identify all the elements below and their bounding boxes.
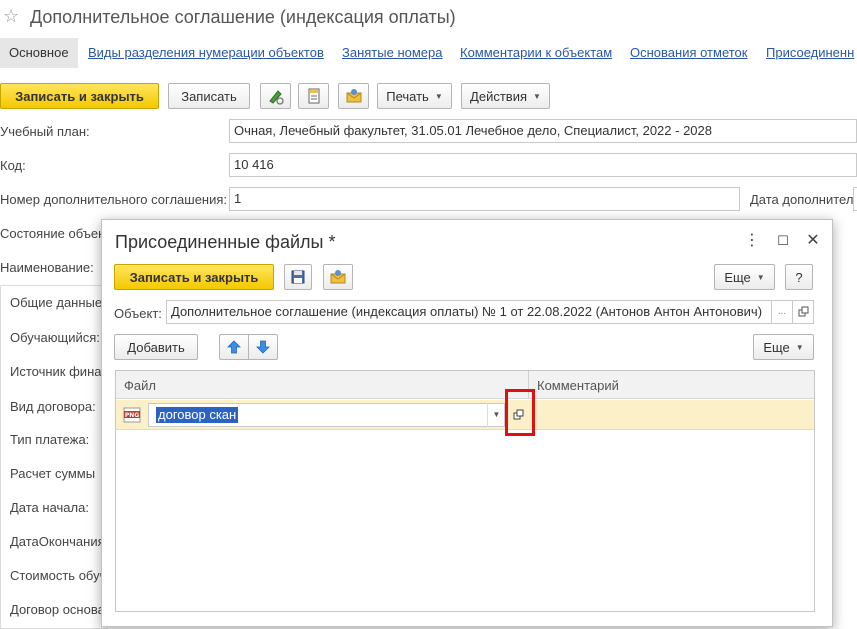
- nav-link-object-comments[interactable]: Комментарии к объектам: [460, 38, 612, 68]
- agreement-date-label: Дата дополнитель: [750, 192, 857, 207]
- end-date-label: ДатаОкончания: [10, 534, 105, 549]
- code-field[interactable]: 10 416: [229, 153, 857, 177]
- envelope-icon: [330, 270, 346, 284]
- payment-type-label: Тип платежа:: [10, 432, 90, 447]
- attached-files-dialog: Присоединенные файлы * ⋮ ☐ ✕ Записать и …: [101, 219, 833, 627]
- base-contract-label: Договор основа: [10, 602, 105, 617]
- arrow-down-icon: [256, 340, 270, 354]
- dialog-save-button[interactable]: [284, 264, 312, 290]
- png-file-icon: PNG: [123, 407, 141, 423]
- dialog-more-label: Еще: [724, 269, 751, 285]
- svg-text:PNG: PNG: [125, 412, 139, 419]
- print-label: Печать: [386, 88, 429, 104]
- file-dropdown-button[interactable]: ▼: [487, 403, 505, 427]
- dialog-save-and-close-button[interactable]: Записать и закрыть: [114, 264, 274, 290]
- table-header: Файл Комментарий: [116, 371, 814, 399]
- save-label: Записать: [181, 88, 237, 104]
- open-window-icon: [798, 306, 809, 317]
- dropdown-arrow-icon: ▼: [756, 272, 765, 282]
- column-header-file[interactable]: Файл: [124, 378, 156, 393]
- agreement-date-field[interactable]: [853, 187, 857, 211]
- move-up-button[interactable]: [219, 334, 249, 360]
- print-button[interactable]: Печать ▼: [377, 83, 452, 109]
- envelope-icon: [346, 89, 361, 103]
- agreement-number-label: Номер дополнительного соглашения:: [0, 192, 228, 207]
- funding-source-label: Источник фина: [10, 364, 102, 379]
- study-plan-label: Учебный план:: [0, 124, 90, 139]
- dropdown-arrow-icon: ▼: [533, 91, 541, 101]
- help-label: ?: [795, 269, 803, 285]
- save-and-close-button[interactable]: Записать и закрыть: [0, 83, 159, 109]
- dialog-mail-button[interactable]: [323, 264, 353, 290]
- actions-label: Действия: [470, 88, 528, 104]
- study-plan-field[interactable]: Очная, Лечебный факультет, 31.05.01 Лече…: [229, 119, 857, 143]
- nav-link-used-numbers[interactable]: Занятые номера: [342, 38, 442, 68]
- code-label: Код:: [0, 158, 26, 173]
- object-state-label: Состояние объек: [0, 226, 104, 241]
- dropdown-arrow-icon: ▼: [434, 91, 443, 101]
- cost-label: Стоимость обуч: [10, 568, 107, 583]
- general-data-label: Общие данные: [10, 295, 103, 310]
- more-vertical-icon[interactable]: ⋮: [743, 232, 761, 250]
- dialog-more-button[interactable]: Еще ▼: [714, 264, 775, 290]
- table-row[interactable]: PNG договор скан ▼: [116, 400, 814, 430]
- document-icon: [308, 88, 319, 104]
- nav-link-mark-reasons[interactable]: Основания отметок: [630, 38, 747, 68]
- main-title-bar: ☆ Дополнительное соглашение (индексация …: [0, 0, 857, 34]
- column-header-comment[interactable]: Комментарий: [537, 378, 619, 393]
- dialog-save-and-close-label: Записать и закрыть: [129, 269, 259, 285]
- add-button[interactable]: Добавить: [114, 334, 198, 360]
- favorite-star-icon[interactable]: ☆: [3, 6, 19, 27]
- student-label: Обучающийся:: [10, 330, 100, 345]
- agreement-number-field[interactable]: 1: [229, 187, 740, 211]
- close-icon[interactable]: ✕: [804, 232, 822, 250]
- page-title: Дополнительное соглашение (индексация оп…: [30, 7, 456, 27]
- object-select-button[interactable]: ...: [771, 300, 793, 324]
- add-label: Добавить: [127, 339, 185, 355]
- name-label: Наименование:: [0, 260, 94, 275]
- actions-button[interactable]: Действия ▼: [461, 83, 550, 109]
- file-name-field[interactable]: договор скан: [148, 403, 505, 427]
- pen-sign-icon: [268, 90, 284, 105]
- dropdown-arrow-icon: ▼: [795, 342, 804, 352]
- file-name-text: договор скан: [156, 407, 239, 423]
- document-button[interactable]: [298, 83, 329, 109]
- object-label: Объект:: [114, 306, 162, 321]
- highlight-annotation-box: [505, 389, 535, 436]
- dialog-title: Присоединенные файлы *: [115, 232, 336, 252]
- move-down-button[interactable]: [248, 334, 278, 360]
- object-field[interactable]: Дополнительное соглашение (индексация оп…: [166, 300, 772, 324]
- sum-calculation-label: Расчет суммы: [10, 466, 96, 481]
- edit-sign-button[interactable]: [260, 83, 291, 109]
- maximize-icon[interactable]: ☐: [774, 232, 792, 250]
- contract-type-label: Вид договора:: [10, 399, 96, 414]
- start-date-label: Дата начала:: [10, 500, 89, 515]
- object-open-button[interactable]: [792, 300, 814, 324]
- grid-more-label: Еще: [763, 339, 790, 355]
- section-navbar: Основное Виды разделения нумерации объек…: [0, 38, 857, 68]
- files-table: Файл Комментарий PNG договор скан ▼: [115, 370, 815, 612]
- grid-more-button[interactable]: Еще ▼: [753, 334, 814, 360]
- help-button[interactable]: ?: [785, 264, 813, 290]
- tab-main[interactable]: Основное: [0, 38, 78, 68]
- nav-link-numbering-types[interactable]: Виды разделения нумерации объектов: [88, 38, 324, 68]
- mail-button[interactable]: [338, 83, 369, 109]
- floppy-disk-icon: [291, 270, 305, 284]
- nav-link-attached-files[interactable]: Присоединенн: [766, 38, 854, 68]
- save-and-close-label: Записать и закрыть: [15, 88, 144, 104]
- arrow-up-icon: [227, 340, 241, 354]
- save-button[interactable]: Записать: [168, 83, 250, 109]
